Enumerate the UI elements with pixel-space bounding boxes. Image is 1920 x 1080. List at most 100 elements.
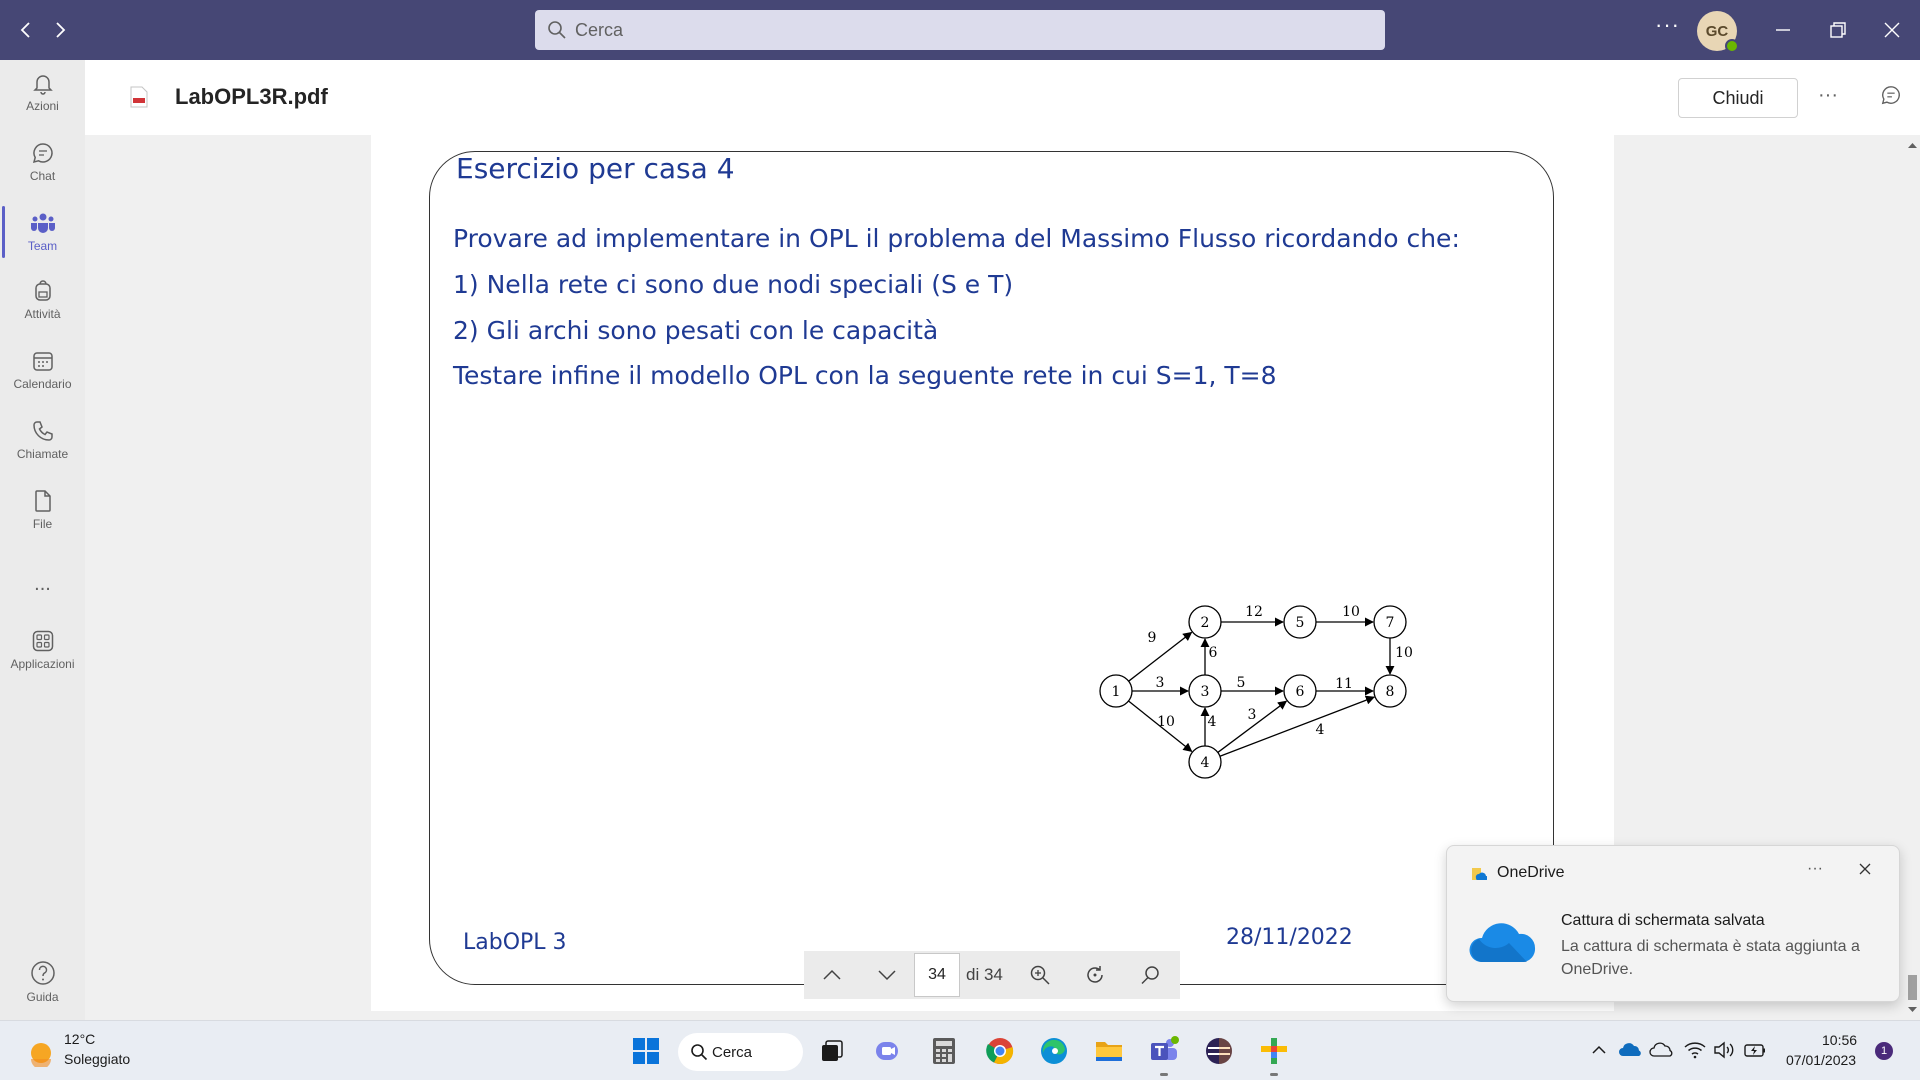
close-file-button[interactable]: Chiudi — [1678, 78, 1798, 118]
rail-item-guida[interactable]: Guida — [0, 950, 85, 1014]
scroll-thumb[interactable] — [1908, 975, 1917, 1000]
onedrive-tray-icon[interactable] — [1618, 1041, 1642, 1059]
task-view-icon[interactable] — [816, 1035, 848, 1067]
onedrive-app-icon — [1472, 868, 1487, 880]
edge-capacity-label: 3 — [1248, 707, 1257, 723]
teams-icon — [30, 213, 55, 233]
scroll-down-arrow-icon[interactable] — [1908, 1005, 1917, 1014]
file-explorer-app-icon[interactable] — [1093, 1035, 1125, 1067]
taskbar-search-button[interactable]: Cerca — [678, 1033, 803, 1071]
edge-app-icon[interactable] — [1038, 1035, 1070, 1067]
rotate-button[interactable] — [1068, 951, 1123, 999]
onedrive-notification-toast[interactable]: OneDrive ··· Cattura di schermata salvat… — [1446, 845, 1900, 1002]
search-input[interactable] — [575, 19, 1355, 41]
vertical-scrollbar[interactable] — [1905, 135, 1920, 1020]
close-icon[interactable] — [1858, 862, 1872, 876]
rail-item-file[interactable]: File — [0, 478, 85, 542]
rail-item-chiamate[interactable]: Chiamate — [0, 408, 85, 472]
toast-more-icon[interactable]: ··· — [1807, 860, 1823, 878]
edge-capacity-label: 11 — [1335, 676, 1353, 692]
edge-1-2 — [1128, 631, 1193, 682]
toast-app-name: OneDrive — [1497, 864, 1565, 881]
show-hidden-icons-chevron-icon[interactable] — [1590, 1041, 1608, 1059]
search-icon — [1141, 966, 1160, 985]
chat-icon — [32, 143, 53, 164]
scroll-up-arrow-icon[interactable] — [1908, 141, 1917, 150]
backpack-icon — [34, 280, 51, 301]
microsoft-teams-app-icon[interactable] — [1148, 1035, 1180, 1067]
back-arrow-icon[interactable] — [12, 16, 40, 44]
calendar-icon — [32, 352, 53, 371]
clock-time[interactable]: 10:56 — [1822, 1032, 1857, 1048]
rail-item-attivita[interactable]: Attività — [0, 268, 85, 332]
edge-capacity-label: 10 — [1395, 645, 1413, 661]
teams-chat-app-icon[interactable] — [872, 1035, 904, 1067]
more-icon: ... — [34, 572, 51, 595]
rail-item-chat[interactable]: Chat — [0, 130, 85, 194]
search-bar[interactable] — [535, 10, 1385, 50]
pdf-navigation-toolbar: di 34 — [804, 951, 1180, 999]
volume-icon[interactable] — [1713, 1041, 1735, 1059]
graph-node-label: 2 — [1201, 615, 1210, 631]
graph-node-label: 4 — [1201, 755, 1210, 771]
rail-item-calendario[interactable]: Calendario — [0, 338, 85, 402]
slide-title: Esercizio per casa 4 — [456, 152, 735, 185]
clock-date[interactable]: 07/01/2023 — [1786, 1052, 1856, 1068]
chevron-down-icon — [877, 970, 896, 981]
app-rail: Azioni Chat Team Attività Calendario Chi… — [0, 60, 85, 1020]
edge-capacity-label: 12 — [1245, 604, 1263, 620]
restore-icon[interactable] — [1822, 14, 1854, 46]
search-icon — [548, 21, 566, 39]
edge-capacity-label: 4 — [1316, 722, 1325, 738]
eclipse-app-icon[interactable] — [1203, 1035, 1235, 1067]
forward-arrow-icon[interactable] — [46, 16, 74, 44]
onedrive-personal-tray-icon[interactable] — [1649, 1041, 1673, 1059]
file-name: LabOPL3R.pdf — [175, 84, 328, 109]
settings-more-icon[interactable]: ··· — [1655, 12, 1680, 38]
rail-item-team[interactable]: Team — [0, 200, 85, 264]
start-button[interactable] — [630, 1035, 662, 1067]
calculator-app-icon[interactable] — [928, 1035, 960, 1067]
running-indicator — [1160, 1073, 1168, 1076]
zoom-in-button[interactable] — [1013, 951, 1068, 999]
file-more-options-icon[interactable]: ··· — [1818, 84, 1838, 107]
minimize-icon[interactable] — [1767, 14, 1799, 46]
running-indicator — [1270, 1073, 1278, 1076]
notification-count-badge[interactable]: 1 — [1875, 1042, 1893, 1060]
toast-body: La cattura di schermata è stata aggiunta… — [1561, 938, 1860, 978]
graph-node-label: 7 — [1386, 615, 1395, 631]
next-page-button[interactable] — [859, 951, 914, 999]
search-icon — [691, 1044, 708, 1061]
slide-text-line: Testare infine il modello OPL con la seg… — [453, 361, 1277, 390]
rail-label: Azioni — [26, 99, 59, 113]
edge-capacity-label: 3 — [1156, 675, 1165, 691]
edge-capacity-label: 6 — [1209, 645, 1218, 661]
zoom-in-icon — [1031, 965, 1050, 985]
phone-icon — [32, 421, 53, 441]
bell-icon — [32, 75, 53, 95]
apps-icon — [32, 630, 53, 652]
close-window-icon[interactable] — [1876, 14, 1908, 46]
chrome-app-icon[interactable] — [984, 1035, 1016, 1067]
graph-node-label: 8 — [1386, 684, 1395, 700]
previous-page-button[interactable] — [804, 951, 859, 999]
page-number-input[interactable] — [914, 953, 960, 997]
onedrive-cloud-icon — [1469, 923, 1536, 962]
find-button[interactable] — [1123, 951, 1178, 999]
rail-item-more[interactable]: ... — [0, 552, 85, 616]
weather-temperature: 12°C — [64, 1031, 96, 1047]
weather-sunny-icon[interactable] — [27, 1039, 55, 1067]
rail-item-applicazioni[interactable]: Applicazioni — [0, 618, 85, 682]
graph-node-label: 5 — [1296, 615, 1305, 631]
rail-item-azioni[interactable]: Azioni — [0, 60, 85, 124]
rail-label: Chiamate — [16, 447, 69, 461]
wifi-icon[interactable] — [1684, 1041, 1706, 1059]
taskbar-search-label: Cerca — [712, 1043, 753, 1061]
slide-list-item: 1) Nella rete ci sono due nodi speciali … — [453, 270, 1014, 299]
avatar[interactable]: GC — [1697, 11, 1739, 53]
pinned-app-icon[interactable] — [1258, 1035, 1290, 1067]
battery-charging-icon[interactable] — [1744, 1041, 1766, 1059]
conversation-icon[interactable] — [1880, 84, 1902, 106]
rail-label: Attività — [24, 307, 61, 321]
avatar-initials: GC — [1705, 22, 1729, 40]
